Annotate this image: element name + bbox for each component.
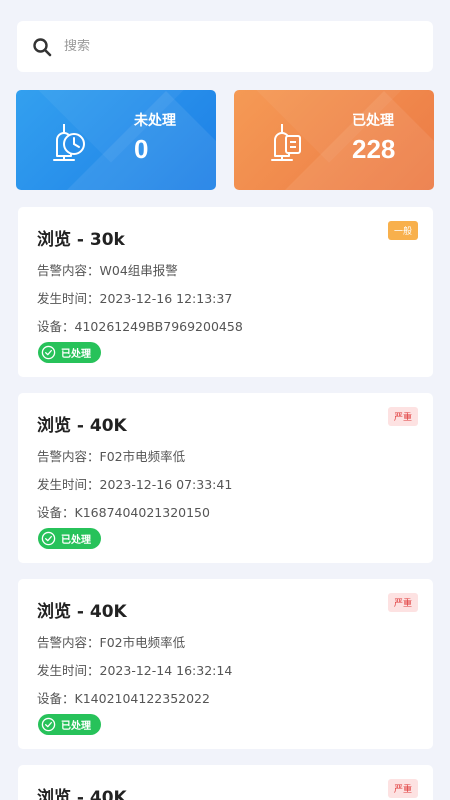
stat-label: 已处理 <box>352 113 394 129</box>
alarm-content: 告警内容：F02市电频率低 <box>37 635 186 650</box>
stat-label: 未处理 <box>134 113 176 129</box>
level-badge: 一般 <box>387 221 418 240</box>
alarm-content: 告警内容：W04组串报警 <box>37 263 178 278</box>
stat-value: 228 <box>352 134 396 164</box>
alarm-card[interactable]: 浏览 - 30k 一般 告警内容：W04组串报警 发生时间：2023-12-16… <box>18 207 433 377</box>
alarm-card[interactable]: 浏览 - 40K 严重 告警内容：F02市电频率低 发生时间：2023-12-1… <box>18 579 433 749</box>
search-input[interactable] <box>64 39 364 54</box>
alarm-document-icon <box>271 124 301 161</box>
check-circle-icon <box>41 531 56 546</box>
alarm-content: 告警内容：F02市电频率低 <box>37 449 186 464</box>
level-badge: 严重 <box>387 779 418 798</box>
check-circle-icon <box>41 717 56 732</box>
search-icon <box>33 37 52 56</box>
level-badge: 严重 <box>387 593 418 612</box>
alarm-device: 设备：K1402104122352022 <box>37 691 210 706</box>
unprocessed-card[interactable]: 未处理 0 <box>16 90 216 190</box>
status-badge: 已处理 <box>38 528 101 549</box>
check-circle-icon <box>41 345 56 360</box>
alarm-time: 发生时间：2023-12-14 16:32:14 <box>37 663 233 678</box>
status-badge: 已处理 <box>38 342 101 363</box>
alarm-title: 浏览 - 30k <box>37 230 125 250</box>
alarm-title: 浏览 - 40K <box>37 602 127 622</box>
alarm-card[interactable]: 浏览 - 40K 严重 告警内容：F02市电频率低 发生时间：2023-12-1… <box>18 393 433 563</box>
alarm-time: 发生时间：2023-12-16 12:13:37 <box>37 291 233 306</box>
alarm-device: 设备：410261249BB7969200458 <box>37 319 243 334</box>
alarm-clock-icon <box>53 124 85 161</box>
alarm-title: 浏览 - 40K <box>37 416 127 436</box>
level-badge: 严重 <box>387 407 418 426</box>
alarm-title: 浏览 - 40K <box>37 788 127 800</box>
status-badge: 已处理 <box>38 714 101 735</box>
search-bar[interactable] <box>17 21 433 72</box>
alarm-time: 发生时间：2023-12-16 07:33:41 <box>37 477 233 492</box>
alarm-device: 设备：K1687404021320150 <box>37 505 210 520</box>
stat-value: 0 <box>134 134 149 164</box>
processed-card[interactable]: 已处理 228 <box>234 90 434 190</box>
alarm-card[interactable]: 浏览 - 40K 严重 <box>18 765 433 800</box>
